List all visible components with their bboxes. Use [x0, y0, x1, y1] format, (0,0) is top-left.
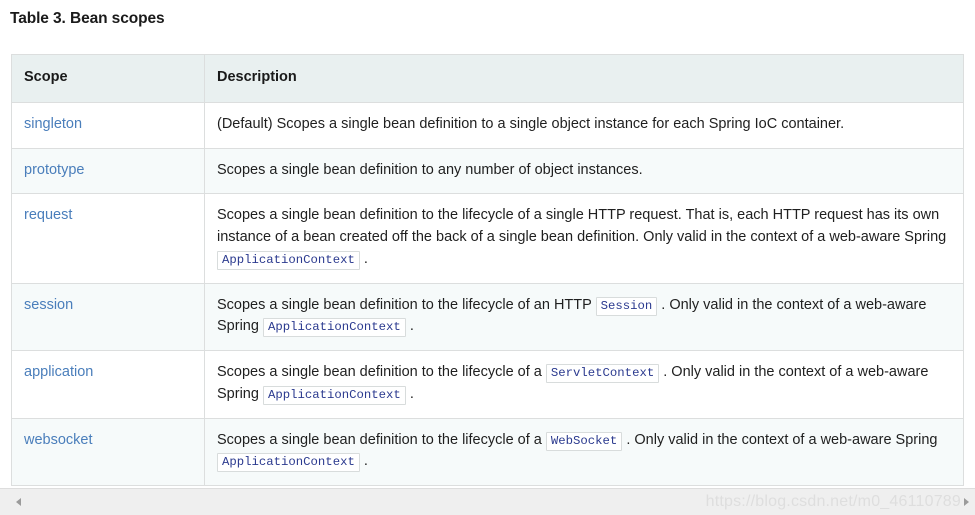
scope-description: Scopes a single bean definition to the l…: [205, 283, 964, 351]
inline-code-token: ApplicationContext: [263, 318, 406, 337]
inline-code-token: ServletContext: [546, 364, 659, 383]
inline-code-token: ApplicationContext: [217, 453, 360, 472]
table-header: Scope Description: [12, 55, 964, 103]
column-header-description: Description: [205, 55, 964, 103]
page-title: Table 3. Bean scopes: [10, 10, 165, 28]
column-header-scope: Scope: [12, 55, 205, 103]
scope-link-prototype[interactable]: prototype: [12, 148, 205, 194]
scope-description: Scopes a single bean definition to the l…: [205, 194, 964, 283]
left-gutter: [0, 0, 11, 488]
page-root: Table 3. Bean scopes Scope Description s…: [0, 0, 975, 515]
scroll-right-button[interactable]: [958, 489, 975, 515]
scroll-left-arrow-icon: [16, 498, 21, 506]
description-text: .: [410, 318, 414, 334]
scope-link-singleton[interactable]: singleton: [12, 102, 205, 148]
bean-scopes-table: Scope Description singleton (Default) Sco…: [11, 54, 964, 486]
scope-link-request[interactable]: request: [12, 194, 205, 283]
scope-link-application[interactable]: application: [12, 351, 205, 419]
table-row: application Scopes a single bean definiti…: [12, 351, 964, 419]
table-body: singleton (Default) Scopes a single bean …: [12, 102, 964, 485]
table-row: request Scopes a single bean definition t…: [12, 194, 964, 283]
scroll-left-button[interactable]: [10, 489, 27, 515]
inline-code-token: ApplicationContext: [217, 251, 360, 270]
description-text: Scopes a single bean definition to the l…: [217, 432, 546, 448]
description-text: Scopes a single bean definition to the l…: [217, 364, 546, 380]
description-text: .: [364, 251, 368, 267]
table-row: websocket Scopes a single bean definition…: [12, 418, 964, 486]
table-row: singleton (Default) Scopes a single bean …: [12, 102, 964, 148]
scroll-right-arrow-icon: [964, 498, 969, 506]
document-content-area: Table 3. Bean scopes Scope Description s…: [0, 0, 975, 488]
description-text: . Only valid in the context of a web-awa…: [626, 432, 937, 448]
inline-code-token: WebSocket: [546, 432, 622, 451]
description-text: .: [410, 386, 414, 402]
description-text: Scopes a single bean definition to the l…: [217, 207, 946, 245]
scope-description: Scopes a single bean definition to the l…: [205, 418, 964, 486]
description-text: Scopes a single bean definition to the l…: [217, 297, 596, 313]
table-header-row: Scope Description: [12, 55, 964, 103]
watermark-text: https://blog.csdn.net/m0_46110789: [706, 493, 961, 511]
inline-code-token: ApplicationContext: [263, 386, 406, 405]
scope-link-websocket[interactable]: websocket: [12, 418, 205, 486]
scope-link-session[interactable]: session: [12, 283, 205, 351]
description-text: .: [364, 453, 368, 469]
scope-description: (Default) Scopes a single bean definitio…: [205, 102, 964, 148]
scope-description: Scopes a single bean definition to any n…: [205, 148, 964, 194]
description-text: Scopes a single bean definition to any n…: [217, 162, 643, 178]
table-row: session Scopes a single bean definition t…: [12, 283, 964, 351]
inline-code-token: Session: [596, 297, 658, 316]
scope-description: Scopes a single bean definition to the l…: [205, 351, 964, 419]
table-row: prototype Scopes a single bean definition…: [12, 148, 964, 194]
description-text: (Default) Scopes a single bean definitio…: [217, 116, 844, 132]
horizontal-scrollbar[interactable]: https://blog.csdn.net/m0_46110789: [0, 488, 975, 515]
